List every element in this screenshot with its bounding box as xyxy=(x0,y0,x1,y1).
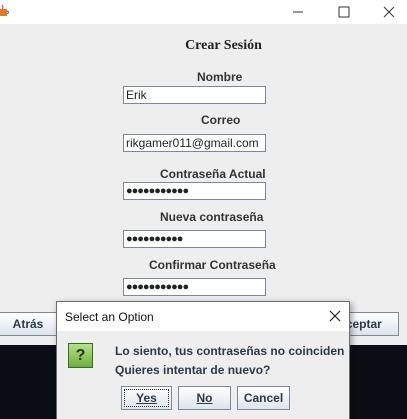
window-title-bar xyxy=(0,0,407,24)
nombre-label: Nombre xyxy=(197,70,243,84)
nueva-contrasena-field[interactable]: ●●●●●●●●●● xyxy=(123,230,266,248)
maximize-icon[interactable] xyxy=(321,0,367,24)
correo-field[interactable]: rikgamer011@gmail.com xyxy=(123,134,266,152)
correo-label: Correo xyxy=(201,113,241,127)
nueva-contrasena-label: Nueva contraseña xyxy=(160,210,264,224)
contrasena-actual-label: Contraseña Actual xyxy=(160,167,266,181)
atras-button-label: Atrás xyxy=(12,317,44,331)
close-icon[interactable] xyxy=(366,0,407,24)
no-button[interactable]: No xyxy=(178,386,231,410)
dialog-message-line2: Quieres intentar de nuevo? xyxy=(115,363,271,377)
dialog-close-icon[interactable] xyxy=(327,308,343,324)
confirm-dialog: Select an Option ? Lo siento, tus contra… xyxy=(56,301,350,419)
cancel-button[interactable]: Cancel xyxy=(237,386,290,410)
question-icon: ? xyxy=(68,343,93,368)
form-title: Crear Sesión xyxy=(185,38,262,53)
java-cup-icon xyxy=(0,4,10,19)
no-button-label: No xyxy=(196,391,213,405)
minimize-icon[interactable] xyxy=(275,0,321,24)
atras-button[interactable]: Atrás xyxy=(0,312,58,336)
cancel-button-label: Cancel xyxy=(243,391,284,405)
dialog-body: ? Lo siento, tus contraseñas no coincide… xyxy=(57,331,349,419)
yes-button[interactable]: Yes xyxy=(121,386,172,410)
nombre-field[interactable]: Erik xyxy=(123,86,266,104)
contrasena-actual-field[interactable]: ●●●●●●●●●●● xyxy=(123,182,266,200)
dialog-message-line1: Lo siento, tus contraseñas no coinciden xyxy=(115,344,345,358)
dialog-title: Select an Option xyxy=(65,310,154,324)
confirmar-contrasena-field[interactable]: ●●●●●●●●●●● xyxy=(123,278,266,296)
yes-button-label: Yes xyxy=(136,391,157,405)
confirmar-contrasena-label: Confirmar Contraseña xyxy=(149,258,276,272)
